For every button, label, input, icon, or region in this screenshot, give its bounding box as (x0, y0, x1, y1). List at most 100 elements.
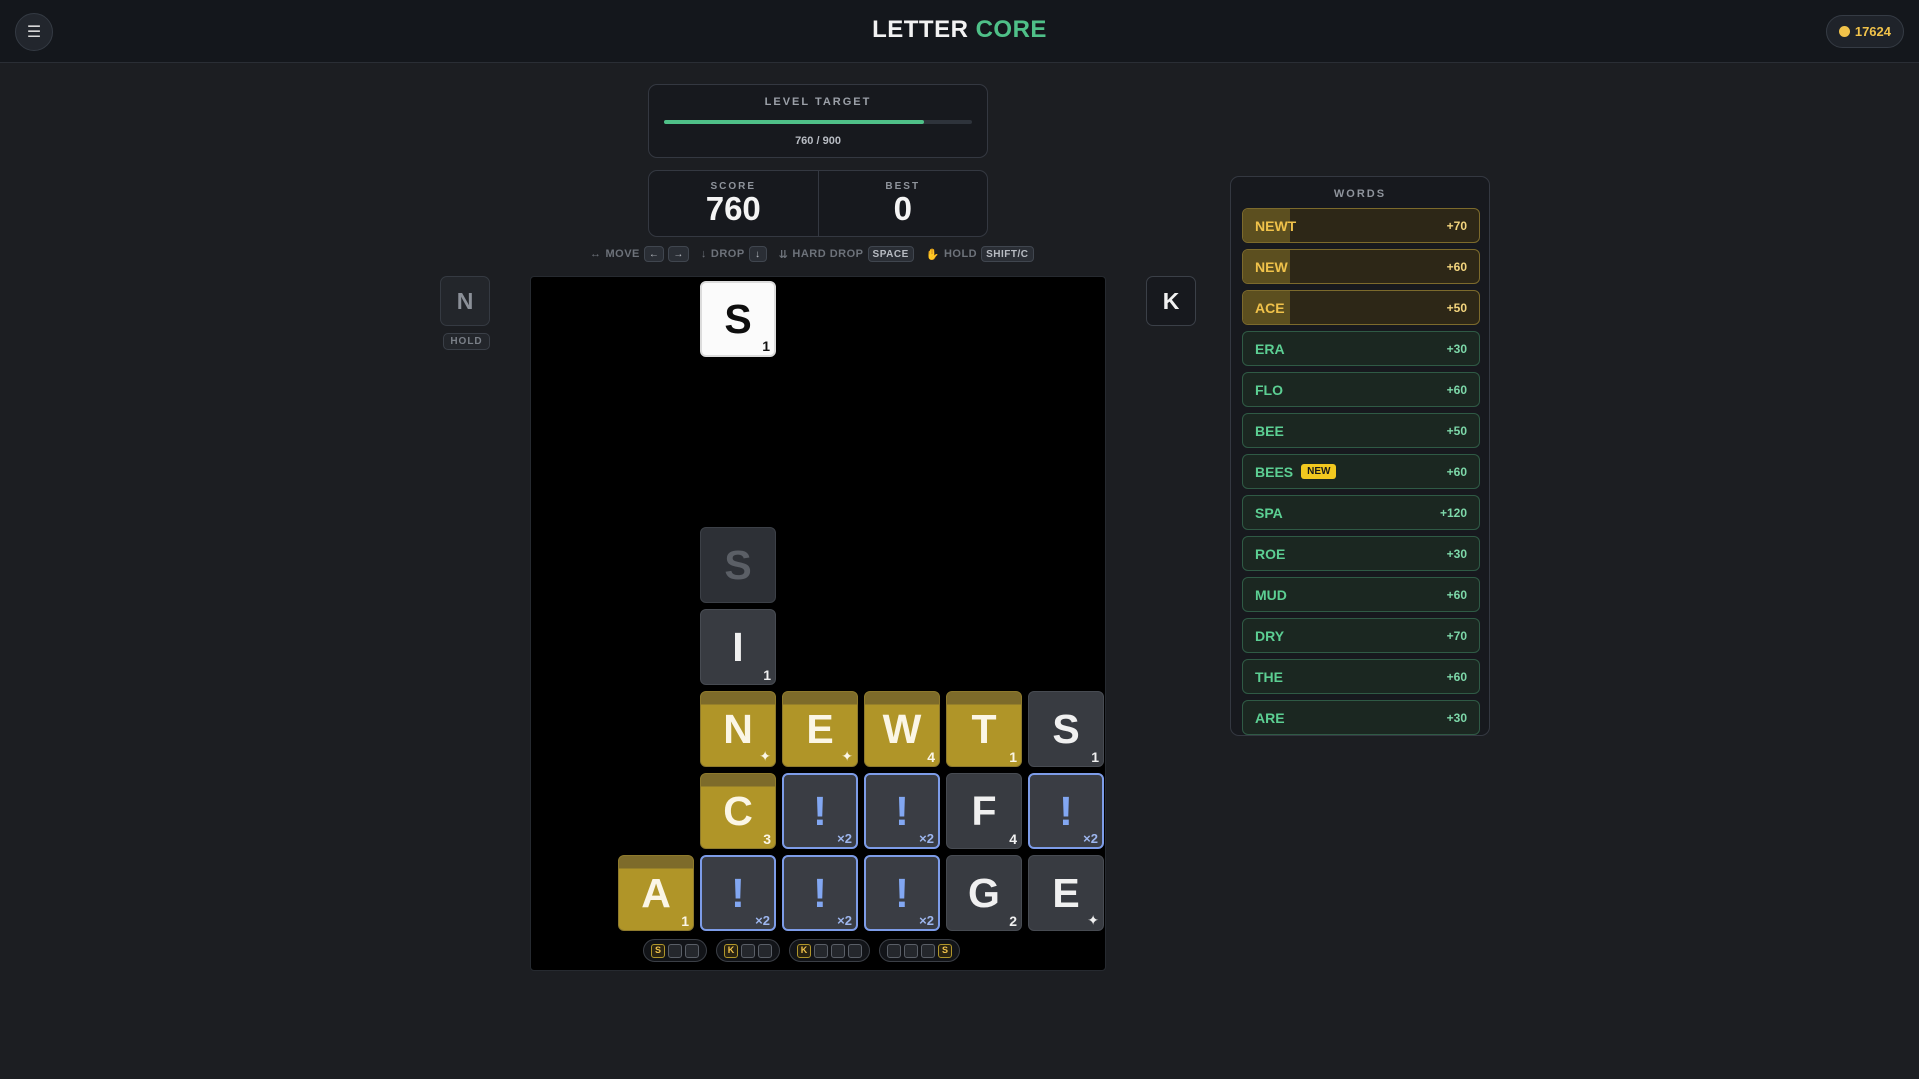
tile-value: ×2 (919, 913, 934, 928)
word-label-group: ACE (1255, 300, 1285, 316)
word-points: +60 (1446, 259, 1467, 274)
tile-letter: W (882, 705, 922, 752)
move-icon: ↔ (590, 248, 602, 260)
word-label-group: SPA (1255, 505, 1283, 521)
board-tile: ! ×2 (1028, 773, 1104, 849)
pattern-slot (741, 943, 755, 958)
tile-value: ×2 (755, 913, 770, 928)
pattern-slot (904, 943, 918, 958)
word-text: ACE (1255, 299, 1285, 316)
hold-label: HOLD (443, 333, 490, 350)
tile-letter: ! (1059, 787, 1073, 834)
hold-slot[interactable]: N (440, 276, 490, 326)
word-points: +60 (1446, 669, 1467, 684)
board-tile: A1 (618, 855, 694, 931)
shift-c-key: SHIFT/C (981, 246, 1034, 262)
hard-drop-hint: ⇊ HARD DROP SPACE (779, 246, 914, 262)
pattern-hint: K (789, 939, 870, 962)
level-progress-fill (664, 120, 924, 124)
pattern-slot: K (797, 943, 811, 958)
pattern-hint: S (643, 939, 707, 962)
board-tile: ! ×2 (864, 773, 940, 849)
word-text: FLO (1255, 381, 1283, 398)
pattern-slot (758, 943, 772, 958)
board-tile: ! ×2 (782, 855, 858, 931)
board-tile: E ✦ (1028, 855, 1104, 931)
words-panel: WORDS NEWT +70 NEW +60 ACE +50 ERA +30 FLO +60 BEE… (1230, 176, 1490, 736)
word-points: +70 (1446, 628, 1467, 643)
score-panel: SCORE 760 BEST 0 (648, 170, 988, 237)
tile-value: ×2 (837, 831, 852, 846)
board-tile: E ✦ (782, 691, 858, 767)
tile-value: ×2 (837, 913, 852, 928)
tile-value: 1 (681, 913, 689, 929)
falling-tile: S 1 (700, 281, 776, 357)
board-tile: ! ×2 (864, 855, 940, 931)
board-tile: S1 (1028, 691, 1104, 767)
star-icon: ✦ (841, 748, 853, 764)
right-key: → (668, 246, 689, 262)
pattern-hint: K (716, 939, 780, 962)
level-target-title: LEVEL TARGET (764, 96, 872, 108)
word-points: +60 (1446, 382, 1467, 397)
level-target-panel: LEVEL TARGET 760 / 900 (648, 84, 988, 158)
pattern-hints: SKKS (643, 939, 993, 963)
pattern-slot: S (938, 943, 952, 958)
best-value: 0 (893, 190, 912, 227)
board-tile: I1 (700, 609, 776, 685)
tile-value: 1 (1091, 749, 1099, 765)
ghost-tile: S (700, 527, 776, 603)
game-board[interactable]: S 1 S I 1 N ✦ E ✦ W 4 T 1 S 1 C 3! ×2! ×2 F 4! ×2 A 1! ×2! ×2!… (530, 276, 1106, 971)
top-bar: ☰ LETTER CORE 17624 (0, 0, 1919, 63)
board-tile: G2 (946, 855, 1022, 931)
drop-hint: ↓ DROP ↓ (701, 246, 767, 262)
pattern-slot (921, 943, 935, 958)
pattern-slot: S (651, 943, 665, 958)
word-label-group: BEE (1255, 423, 1284, 439)
word-points: +120 (1439, 505, 1467, 520)
pattern-slot (668, 943, 682, 958)
board-tile: T1 (946, 691, 1022, 767)
level-progress-text: 760 / 900 (795, 135, 841, 147)
word-label-group: ARE (1255, 710, 1285, 726)
word-points: +30 (1446, 546, 1467, 561)
board-tile: N ✦ (700, 691, 776, 767)
tile-value: ×2 (919, 831, 934, 846)
board-tile: ! ×2 (782, 773, 858, 849)
hold-letter: N (456, 287, 474, 314)
word-row: BEES NEW +60 (1242, 454, 1480, 489)
tile-value: ×2 (1083, 831, 1098, 846)
word-points: +70 (1446, 218, 1467, 233)
word-label-group: NEW (1255, 259, 1288, 275)
score-value: 760 (705, 190, 761, 227)
hold-hint-label: HOLD (943, 248, 978, 260)
tile-letter: S (1052, 705, 1080, 752)
tile-value: 2 (1009, 913, 1017, 929)
next-piece: K (1146, 276, 1196, 326)
falling-letter: S (724, 295, 752, 342)
move-hint: ↔ MOVE ← → (590, 246, 689, 262)
hold-hint: ✋ HOLD SHIFT/C (926, 246, 1034, 262)
tile-value: 1 (763, 667, 771, 683)
word-text: NEW (1255, 258, 1288, 275)
tile-value: 1 (1009, 749, 1017, 765)
pattern-slot (814, 943, 828, 958)
move-label: MOVE (605, 248, 640, 260)
down-key: ↓ (748, 246, 767, 262)
space-key: SPACE (867, 246, 914, 262)
hand-icon: ✋ (925, 248, 940, 261)
tile-letter: E (1052, 869, 1080, 916)
tile-letter: ! (895, 787, 909, 834)
word-row: FLO +60 (1242, 372, 1480, 407)
word-text: ERA (1255, 340, 1285, 357)
new-badge: NEW (1301, 464, 1337, 479)
pattern-slot: K (724, 943, 738, 958)
word-row: SPA +120 (1242, 495, 1480, 530)
controls-hint: ↔ MOVE ← → ↓ DROP ↓ ⇊ HARD DROP SPACE ✋ … (590, 244, 1046, 264)
tile-letter: T (971, 705, 997, 752)
left-key: ← (643, 246, 665, 262)
tile-value: 4 (1009, 831, 1017, 847)
pattern-slot (831, 943, 845, 958)
tile-value: 4 (927, 749, 935, 765)
board-tile: ! ×2 (700, 855, 776, 931)
